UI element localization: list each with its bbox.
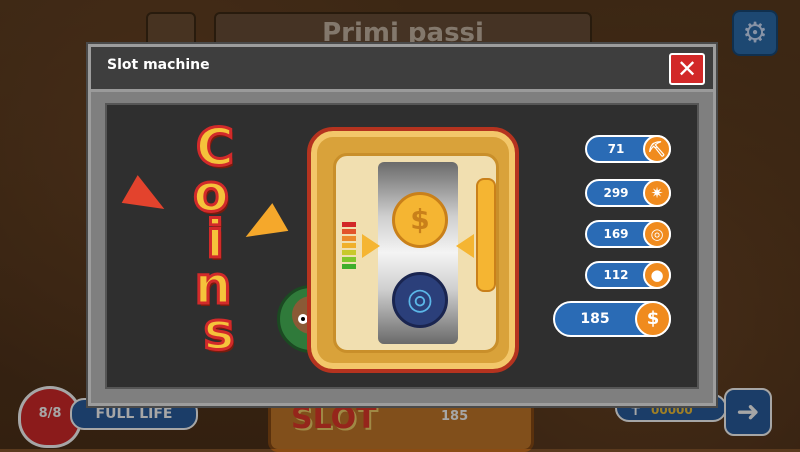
dialog-title: Slot machine	[107, 57, 210, 73]
reward-count: 299	[603, 186, 629, 200]
swirl-icon: ◎	[392, 272, 448, 328]
slot-machine-window: $ ◎	[333, 153, 499, 353]
slot-reel[interactable]: $ ◎	[378, 162, 458, 344]
reward-count: 185	[580, 311, 610, 327]
reward-swirl: 169 ◎	[585, 220, 671, 248]
meter-bar	[342, 222, 356, 227]
pickaxe-icon: ⛏	[643, 135, 671, 163]
reward-burst: 299 ✷	[585, 179, 671, 207]
dialog-header: Slot machine ✕	[91, 47, 713, 92]
swirl-icon: ◎	[643, 220, 671, 248]
close-button[interactable]: ✕	[669, 53, 705, 85]
bomb-icon: ●	[643, 261, 671, 289]
meter-bar	[342, 236, 356, 241]
reward-count: 112	[603, 268, 629, 282]
meter-bar	[342, 229, 356, 234]
meter-bar	[342, 257, 356, 262]
coins-sign: C o i n s	[181, 118, 245, 363]
meter-bar	[342, 243, 356, 248]
reward-pickaxe: 71 ⛏	[585, 135, 671, 163]
reward-count: 71	[607, 142, 625, 156]
reward-bomb: 112 ●	[585, 261, 671, 289]
reward-count: 169	[603, 227, 629, 241]
coin-icon: $	[635, 301, 671, 337]
sign-letter: s	[202, 302, 236, 363]
slot-machine: $ ◎	[307, 127, 519, 373]
meter-bar	[342, 250, 356, 255]
slot-machine-dialog: Slot machine ✕ C o i n s $ ◎ 71 ⛏ 299 ✷ …	[88, 44, 716, 406]
power-meter	[342, 222, 356, 278]
reel-pointer-right-icon	[456, 234, 474, 258]
coin-icon: $	[392, 192, 448, 248]
slot-lever[interactable]	[476, 178, 496, 292]
reel-pointer-left-icon	[362, 234, 380, 258]
burst-icon: ✷	[643, 179, 671, 207]
meter-bar	[342, 264, 356, 269]
reward-coins: 185 $	[553, 301, 671, 337]
